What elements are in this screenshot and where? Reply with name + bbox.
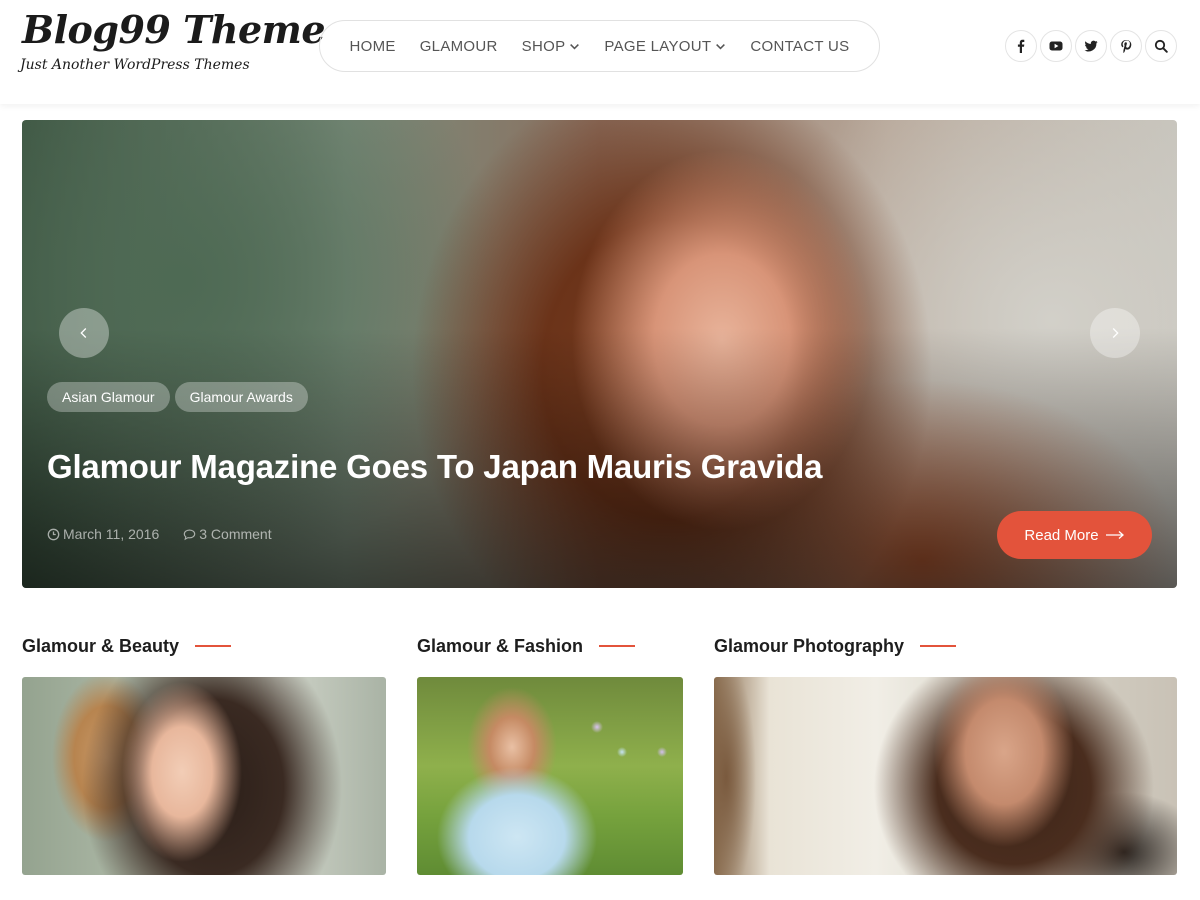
pinterest-button[interactable] [1110,30,1142,62]
chevron-down-icon [570,43,580,49]
post-comments[interactable]: 3 Comment [183,526,272,542]
slider-next-button[interactable] [1090,308,1140,358]
slider-prev-button[interactable] [59,308,109,358]
category-title[interactable]: Glamour & Fashion [417,636,583,657]
nav-item-label: SHOP [521,37,566,55]
category-glamour-photography: Glamour Photography [714,634,1177,875]
post-date-text: March 11, 2016 [63,526,160,542]
tag-asian-glamour[interactable]: Asian Glamour [47,382,170,412]
nav-item-label: HOME [349,37,396,55]
category-image-glamour-fashion[interactable] [417,677,683,875]
category-image-glamour-beauty[interactable] [22,677,386,875]
nav-item-glamour[interactable]: GLAMOUR [420,38,498,55]
twitter-button[interactable] [1075,30,1107,62]
category-header: Glamour & Beauty [22,634,232,658]
chevron-down-icon [716,43,726,49]
nav-item-label: PAGE LAYOUT [604,37,712,55]
title-underline-accent [195,645,232,647]
nav-item-label: CONTACT US [750,37,850,55]
chevron-left-icon [80,328,87,338]
post-comments-text: 3 Comment [199,526,272,542]
title-underline-accent [920,645,957,647]
nav-item-home[interactable]: HOME [350,38,396,55]
arrow-right-icon [1105,531,1124,539]
twitter-icon [1084,40,1098,52]
nav-item-page-layout[interactable]: PAGE LAYOUT [604,38,726,55]
category-image-glamour-photography[interactable] [714,677,1177,875]
category-title[interactable]: Glamour & Beauty [22,636,179,657]
read-more-label: Read More [1024,526,1099,544]
category-glamour-beauty: Glamour & Beauty [22,634,386,875]
category-glamour-fashion: Glamour & Fashion [417,634,683,875]
search-icon [1154,39,1168,53]
nav-item-contact-us[interactable]: CONTACT US [750,38,849,55]
tag-glamour-awards[interactable]: Glamour Awards [174,382,308,412]
social-links [1005,30,1177,62]
comment-icon [183,528,196,540]
category-header: Glamour Photography [714,634,957,658]
youtube-button[interactable] [1040,30,1072,62]
clock-icon [47,528,60,540]
hero-slide: Asian Glamour Glamour Awards Glamour Mag… [22,120,1177,588]
youtube-icon [1049,41,1063,51]
nav-item-shop[interactable]: SHOP [522,38,581,55]
title-underline-accent [599,645,636,647]
logo-tagline: Just Another WordPress Themes [20,57,250,73]
site-header: Blog99 Theme Just Another WordPress Them… [0,0,1200,104]
nav-item-label: GLAMOUR [419,37,498,55]
read-more-button[interactable]: Read More [997,511,1152,559]
hero-title[interactable]: Glamour Magazine Goes To Japan Mauris Gr… [47,448,822,486]
hero-slider: Asian Glamour Glamour Awards Glamour Mag… [22,120,1177,588]
site-logo[interactable]: Blog99 Theme Just Another WordPress Them… [20,6,326,74]
pinterest-icon [1121,40,1132,53]
category-header: Glamour & Fashion [417,634,636,658]
main-nav: HOME GLAMOUR SHOP PAGE LAYOUT CONTACT US [319,20,880,72]
logo-title: Blog99 Theme [22,7,326,52]
hero-tags: Asian Glamour Glamour Awards [47,382,308,412]
chevron-right-icon [1112,328,1119,338]
facebook-icon [1017,39,1025,53]
post-meta: March 11, 2016 3 Comment [47,526,272,542]
facebook-button[interactable] [1005,30,1037,62]
search-button[interactable] [1145,30,1177,62]
category-title[interactable]: Glamour Photography [714,636,904,657]
post-date: March 11, 2016 [47,526,159,542]
